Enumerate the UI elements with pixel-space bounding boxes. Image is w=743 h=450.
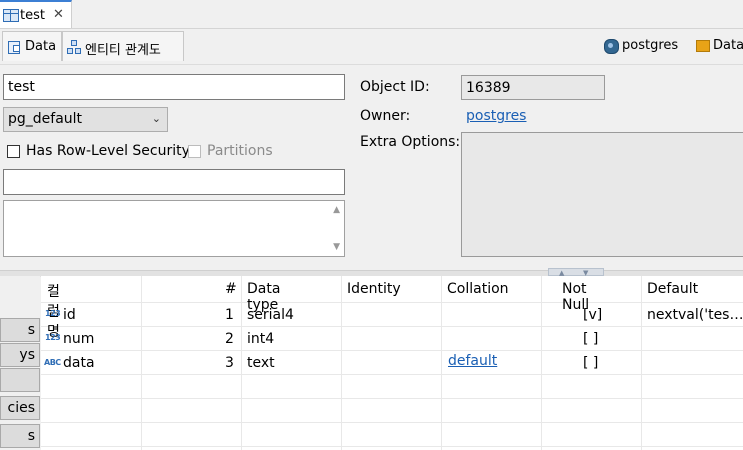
side-tab-2-label: ys <box>19 347 35 363</box>
tab-data[interactable]: Data <box>2 31 62 61</box>
tab-er-diagram[interactable]: 엔티티 관계도 <box>62 31 184 61</box>
column-name-cell: num <box>63 331 95 347</box>
text-type-icon: ABC <box>44 358 61 367</box>
collation-link[interactable]: default <box>448 353 497 369</box>
editor-tab-title: test <box>20 8 45 23</box>
numeric-type-icon: 123 <box>45 309 61 318</box>
not-null-cell: [ ] <box>583 331 599 347</box>
sub-tab-bar: Data 엔티티 관계도 postgres Data <box>0 29 743 65</box>
ordinal-cell: 2 <box>225 331 234 347</box>
tablespace-value: pg_default <box>8 111 83 127</box>
close-icon[interactable]: ✕ <box>53 7 64 22</box>
not-null-cell: [v] <box>583 307 603 323</box>
connection-label[interactable]: postgres <box>622 38 678 53</box>
tab-data-label: Data <box>25 39 57 54</box>
not-null-cell: [ ] <box>583 355 599 371</box>
column-name-cell: id <box>63 307 76 323</box>
table-icon <box>3 9 19 22</box>
comment-input[interactable] <box>3 169 345 195</box>
scroll-up-icon[interactable]: ▲ <box>333 205 340 215</box>
side-tab-3[interactable] <box>0 368 40 392</box>
table-name-value: test <box>8 79 35 95</box>
side-tab-bar: s ys cies s <box>0 276 40 450</box>
table-name-input[interactable]: test <box>3 74 345 100</box>
er-diagram-icon <box>67 40 81 54</box>
object-id-field: 16389 <box>461 75 605 100</box>
side-tab-4-label: cies <box>7 400 36 416</box>
header-ordinal-label: # <box>225 281 237 297</box>
object-id-label: Object ID: <box>360 79 430 95</box>
data-type-cell: serial4 <box>247 307 294 323</box>
columns-grid[interactable]: 컬럼명 # Data type Identity Collation Not N… <box>41 276 743 450</box>
side-tab-1[interactable]: s <box>0 318 40 342</box>
database-label[interactable]: Data <box>713 38 743 53</box>
data-type-cell: int4 <box>247 331 275 347</box>
side-tab-5[interactable]: s <box>0 424 40 448</box>
numeric-type-icon: 123 <box>45 333 61 342</box>
postgres-icon <box>604 39 619 54</box>
owner-link[interactable]: postgres <box>466 108 526 124</box>
side-tab-1-label: s <box>27 322 35 338</box>
partitions-checkbox[interactable] <box>188 145 201 158</box>
header-identity-label: Identity <box>347 281 401 297</box>
side-tab-5-label: s <box>27 428 35 444</box>
default-cell: nextval('tes… <box>647 307 743 323</box>
partitions-label: Partitions <box>207 143 273 159</box>
data-type-cell: text <box>247 355 275 371</box>
header-default-label: Default <box>647 281 699 297</box>
side-tab-2[interactable]: ys <box>0 343 40 367</box>
tablespace-select[interactable]: pg_default ⌄ <box>3 107 168 132</box>
object-id-value: 16389 <box>466 80 511 96</box>
database-icon <box>696 40 710 52</box>
ordinal-cell: 1 <box>225 307 234 323</box>
editor-tab-test[interactable]: test ✕ <box>0 0 72 28</box>
row-level-security-checkbox[interactable] <box>7 145 20 158</box>
column-name-cell: data <box>63 355 95 371</box>
header-collation-label: Collation <box>447 281 509 297</box>
ordinal-cell: 3 <box>225 355 234 371</box>
splitter-handle[interactable]: ▲ ▼ <box>548 268 604 277</box>
side-tab-4[interactable]: cies <box>0 396 40 420</box>
scroll-down-icon[interactable]: ▼ <box>333 242 340 252</box>
extra-options-label: Extra Options: <box>360 134 461 150</box>
chevron-down-icon: ⌄ <box>151 112 161 125</box>
owner-label: Owner: <box>360 108 411 124</box>
extra-options-field[interactable] <box>461 132 743 257</box>
editor-tab-strip: test ✕ <box>0 0 743 29</box>
row-level-security-label: Has Row-Level Security <box>26 143 190 159</box>
data-icon <box>8 41 20 54</box>
tab-er-diagram-label: 엔티티 관계도 <box>85 43 161 58</box>
description-textarea[interactable]: ▲ ▼ <box>3 200 345 257</box>
